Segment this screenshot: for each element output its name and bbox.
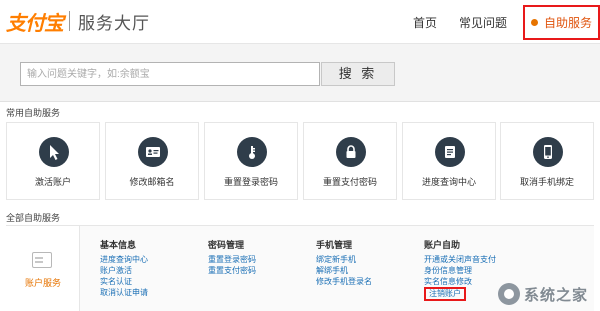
- nav-home[interactable]: 首页: [413, 14, 437, 31]
- link-reset-pay-password[interactable]: 重置支付密码: [208, 265, 256, 276]
- column-title: 密码管理: [208, 240, 245, 250]
- watermark: 系统之家: [497, 283, 588, 305]
- service-card-label: 修改邮箱名: [129, 177, 175, 187]
- link-voice-pay[interactable]: 开通或关闭声音支付: [424, 254, 496, 265]
- column-title: 基本信息: [100, 240, 137, 250]
- wallet-icon: [32, 252, 52, 268]
- link-unbind-phone[interactable]: 解绑手机: [316, 265, 372, 276]
- link-change-phone-login[interactable]: 修改手机登录名: [316, 276, 372, 287]
- watermark-text: 系统之家: [523, 286, 588, 304]
- top-nav: 首页 常见问题 自助服务: [391, 0, 600, 44]
- service-card-progress[interactable]: 进度查询中心: [402, 122, 496, 200]
- service-card-label: 重置支付密码: [322, 177, 377, 187]
- search-bar: 搜 索: [0, 44, 600, 102]
- watermark-logo-icon: [497, 283, 520, 305]
- search-button[interactable]: 搜 索: [321, 62, 395, 86]
- service-card-activate[interactable]: 激活账户: [6, 122, 100, 200]
- column-account-self: 账户自助 开通或关闭声音支付 身份信息管理 实名信息修改 注销账户: [424, 238, 496, 301]
- search-input[interactable]: [20, 62, 320, 86]
- key-icon: [237, 137, 267, 167]
- column-basic-info: 基本信息 进度查询中心 账户激活 实名认证 取消认证申请: [100, 238, 148, 298]
- phone-icon: [533, 137, 563, 167]
- column-title: 账户自助: [424, 240, 461, 250]
- service-card-label: 重置登录密码: [223, 177, 278, 187]
- document-icon: [435, 137, 465, 167]
- nav-faq[interactable]: 常见问题: [459, 14, 507, 31]
- link-progress-query[interactable]: 进度查询中心: [100, 254, 148, 265]
- account-services-label: 账户服务: [24, 278, 61, 288]
- link-real-name-auth[interactable]: 实名认证: [100, 276, 148, 287]
- link-cancel-auth[interactable]: 取消认证申请: [100, 287, 148, 298]
- link-reset-login-password[interactable]: 重置登录密码: [208, 254, 256, 265]
- logo-divider: [69, 11, 70, 31]
- common-services-cards: 激活账户 修改邮箱名 重置登录密码 重置支付密码 进度查询中心 取消手机绑定: [6, 122, 594, 200]
- all-services-panel: 账户服务 基本信息 进度查询中心 账户激活 实名认证 取消认证申请 密码管理 重…: [6, 225, 594, 311]
- link-identity-info[interactable]: 身份信息管理: [424, 265, 496, 276]
- id-card-icon: [138, 137, 168, 167]
- nav-self-service[interactable]: 自助服务: [522, 4, 600, 40]
- logo[interactable]: 支付宝 服务大厅: [6, 7, 150, 35]
- service-card-login-password[interactable]: 重置登录密码: [204, 122, 298, 200]
- link-real-name-modify[interactable]: 实名信息修改: [424, 276, 496, 287]
- alipay-logo: 支付宝: [6, 12, 64, 35]
- page-title: 服务大厅: [78, 13, 150, 33]
- cursor-icon: [39, 137, 69, 167]
- header: 支付宝 服务大厅 首页 常见问题 自助服务: [0, 0, 600, 44]
- service-card-label: 取消手机绑定: [519, 177, 574, 187]
- lock-icon: [336, 137, 366, 167]
- column-title: 手机管理: [316, 240, 353, 250]
- column-password: 密码管理 重置登录密码 重置支付密码: [208, 238, 256, 276]
- link-close-account[interactable]: 注销账户: [424, 287, 466, 301]
- link-bind-phone[interactable]: 绑定新手机: [316, 254, 372, 265]
- service-card-email[interactable]: 修改邮箱名: [105, 122, 199, 200]
- service-card-label: 激活账户: [34, 177, 71, 187]
- nav-self-service-label: 自助服务: [543, 15, 592, 30]
- service-card-pay-password[interactable]: 重置支付密码: [303, 122, 397, 200]
- column-phone: 手机管理 绑定新手机 解绑手机 修改手机登录名: [316, 238, 372, 287]
- all-services-title: 全部自助服务: [6, 213, 61, 223]
- service-card-unbind-phone[interactable]: 取消手机绑定: [500, 122, 594, 200]
- account-services-box[interactable]: 账户服务: [6, 226, 80, 311]
- service-card-label: 进度查询中心: [421, 177, 476, 187]
- bullet-icon: [530, 18, 538, 26]
- common-services-title: 常用自助服务: [6, 108, 61, 118]
- link-account-activate[interactable]: 账户激活: [100, 265, 148, 276]
